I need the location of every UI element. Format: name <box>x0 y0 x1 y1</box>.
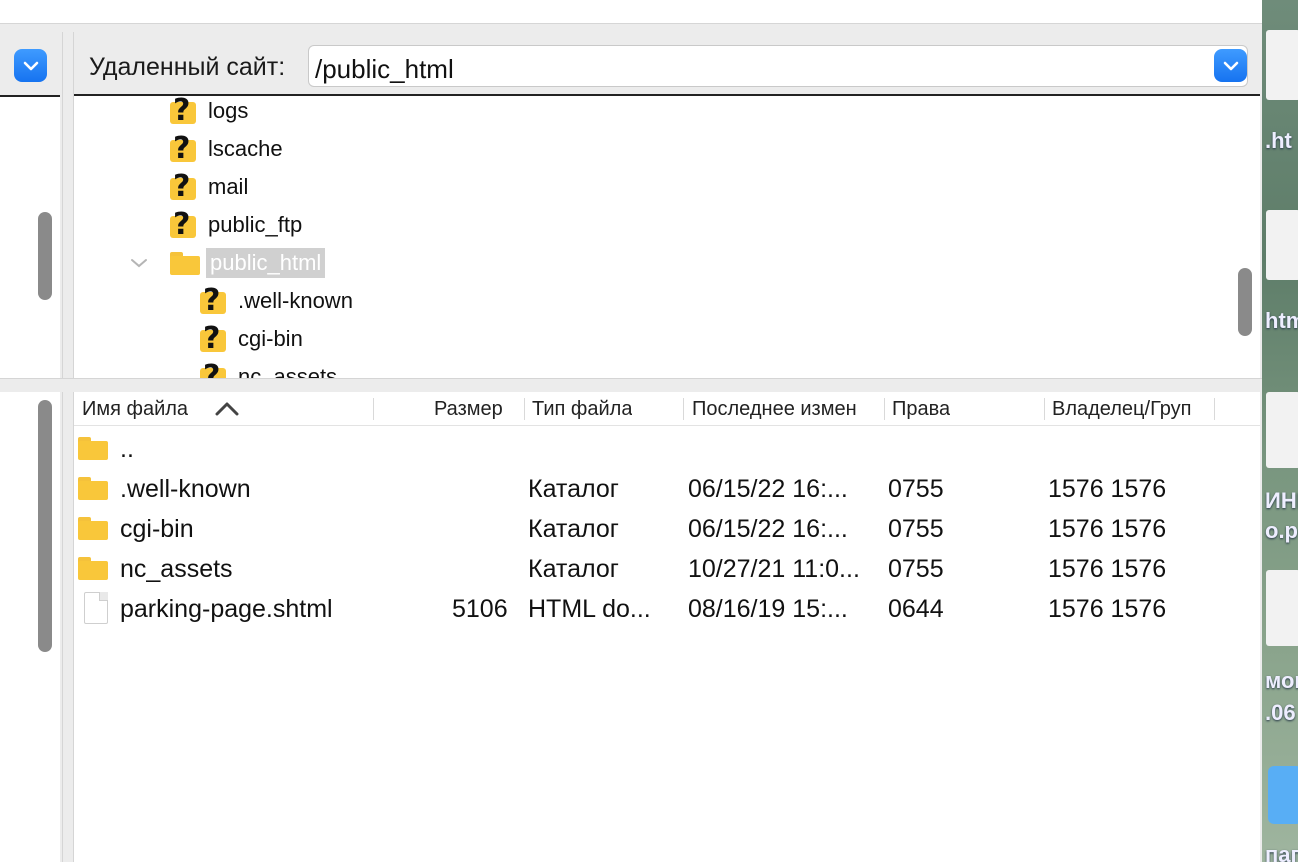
remote-site-bar: Удаленный сайт: /public_html <box>74 32 1262 96</box>
column-header-size[interactable]: Размер <box>434 398 503 421</box>
file-permissions: 0755 <box>888 555 944 583</box>
desktop-file-label: .ht <box>1265 128 1292 153</box>
pane-splitter-vertical[interactable] <box>62 32 74 862</box>
unknown-folder-icon: ? <box>168 96 196 128</box>
file-permissions: 0755 <box>888 475 944 503</box>
file-owner: 1576 1576 <box>1048 595 1167 623</box>
tree-item-well-known[interactable]: ? .well-known <box>198 283 357 319</box>
remote-directory-tree[interactable]: ? logs ? lscache ? mail ? public_ftp pub… <box>74 94 1260 380</box>
remote-path-input[interactable]: /public_html <box>308 45 1248 87</box>
tree-item-label: public_html <box>206 248 326 278</box>
tree-item-label: logs <box>208 98 249 123</box>
toolbar-strip <box>0 0 1262 24</box>
folder-icon <box>78 435 110 461</box>
tree-item-label: lscache <box>208 136 283 161</box>
remote-tree-scrollbar[interactable] <box>1238 268 1252 336</box>
unknown-folder-icon: ? <box>168 207 196 242</box>
desktop-file-icon[interactable] <box>1266 210 1298 280</box>
tree-item-label: cgi-bin <box>238 326 303 351</box>
desktop-file-label: ИНІ <box>1265 488 1298 513</box>
local-list-scrollbar[interactable] <box>38 400 52 652</box>
column-header-name[interactable]: Имя файла <box>82 398 188 421</box>
file-size: 5106 <box>452 595 508 623</box>
file-name: nc_assets <box>120 555 233 583</box>
file-name: parking-page.shtml <box>120 595 333 623</box>
file-modified: 06/15/22 16:... <box>688 515 848 543</box>
unknown-folder-icon: ? <box>198 283 226 318</box>
chevron-down-icon <box>131 259 147 268</box>
desktop-file-icon[interactable] <box>1266 570 1298 646</box>
remote-path-value: /public_html <box>315 54 454 84</box>
tree-item-nc-assets[interactable]: ? nc_assets <box>198 359 341 380</box>
file-permissions: 0644 <box>888 595 944 623</box>
file-name: cgi-bin <box>120 515 194 543</box>
desktop-file-icon[interactable] <box>1266 30 1298 100</box>
tree-item-logs[interactable]: ? logs <box>168 96 252 129</box>
file-modified: 06/15/22 16:... <box>688 475 848 503</box>
local-directory-tree[interactable] <box>0 95 60 378</box>
desktop-file-label: мок <box>1265 668 1298 693</box>
file-row-parent[interactable]: .. <box>74 428 1260 468</box>
tree-item-label: .well-known <box>238 288 353 313</box>
tree-item-public-html[interactable]: public_html <box>170 245 326 281</box>
desktop-background: .ht htm ИНІ o.pi мок .06 пап <box>1262 0 1298 862</box>
file-row[interactable]: nc_assets Каталог 10/27/21 11:0... 0755 … <box>74 548 1260 588</box>
desktop-file-icon[interactable] <box>1266 392 1298 468</box>
file-owner: 1576 1576 <box>1048 475 1167 503</box>
tree-item-cgi-bin[interactable]: ? cgi-bin <box>198 321 307 357</box>
file-row[interactable]: parking-page.shtml 5106 HTML do... 08/16… <box>74 588 1260 628</box>
file-owner: 1576 1576 <box>1048 515 1167 543</box>
local-file-list[interactable] <box>0 392 60 862</box>
file-type: Каталог <box>528 515 619 543</box>
file-list-header: Имя файла Размер Тип файла Последнее изм… <box>74 392 1260 426</box>
chevron-down-icon <box>1223 61 1238 70</box>
file-row[interactable]: .well-known Каталог 06/15/22 16:... 0755… <box>74 468 1260 508</box>
file-row[interactable]: cgi-bin Каталог 06/15/22 16:... 0755 157… <box>74 508 1260 548</box>
folder-icon <box>78 475 110 501</box>
file-type: HTML do... <box>528 595 651 623</box>
file-type: Каталог <box>528 555 619 583</box>
file-modified: 08/16/19 15:... <box>688 595 848 623</box>
desktop-folder-icon[interactable] <box>1268 766 1298 824</box>
column-header-type[interactable]: Тип файла <box>532 398 632 421</box>
column-header-modified[interactable]: Последнее измен <box>692 398 885 421</box>
desktop-file-label: o.pi <box>1265 518 1298 543</box>
tree-item-label: public_ftp <box>208 212 303 237</box>
file-modified: 10/27/21 11:0... <box>688 555 860 583</box>
unknown-folder-icon: ? <box>198 321 226 356</box>
desktop-file-label: пап <box>1265 842 1298 862</box>
unknown-folder-icon: ? <box>168 131 196 166</box>
column-header-owner[interactable]: Владелец/Груп <box>1052 398 1215 421</box>
column-header-permissions[interactable]: Права <box>892 398 950 421</box>
tree-expand-toggle[interactable] <box>128 245 150 281</box>
sort-ascending-chevron-icon <box>215 402 239 416</box>
desktop-file-label: htm <box>1265 308 1298 333</box>
tree-item-public-ftp[interactable]: ? public_ftp <box>168 207 306 243</box>
file-name: .. <box>120 435 134 463</box>
pane-splitter-horizontal[interactable] <box>0 378 1262 392</box>
open-folder-icon <box>170 250 202 276</box>
file-type: Каталог <box>528 475 619 503</box>
file-permissions: 0755 <box>888 515 944 543</box>
file-owner: 1576 1576 <box>1048 555 1167 583</box>
unknown-folder-icon: ? <box>168 169 196 204</box>
tree-item-lscache[interactable]: ? lscache <box>168 131 287 167</box>
local-path-dropdown-button[interactable] <box>14 49 47 82</box>
folder-icon <box>78 555 110 581</box>
tree-item-label: mail <box>208 174 249 199</box>
chevron-down-icon <box>23 61 38 70</box>
document-icon <box>84 592 108 624</box>
remote-site-label: Удаленный сайт: <box>89 53 286 81</box>
folder-icon <box>78 515 110 541</box>
remote-file-list[interactable]: Имя файла Размер Тип файла Последнее изм… <box>74 392 1260 862</box>
desktop-file-label: .06 <box>1265 700 1296 725</box>
tree-item-mail[interactable]: ? mail <box>168 169 252 205</box>
file-name: .well-known <box>120 475 251 503</box>
local-tree-scrollbar[interactable] <box>38 212 52 300</box>
remote-path-dropdown-button[interactable] <box>1214 49 1247 82</box>
